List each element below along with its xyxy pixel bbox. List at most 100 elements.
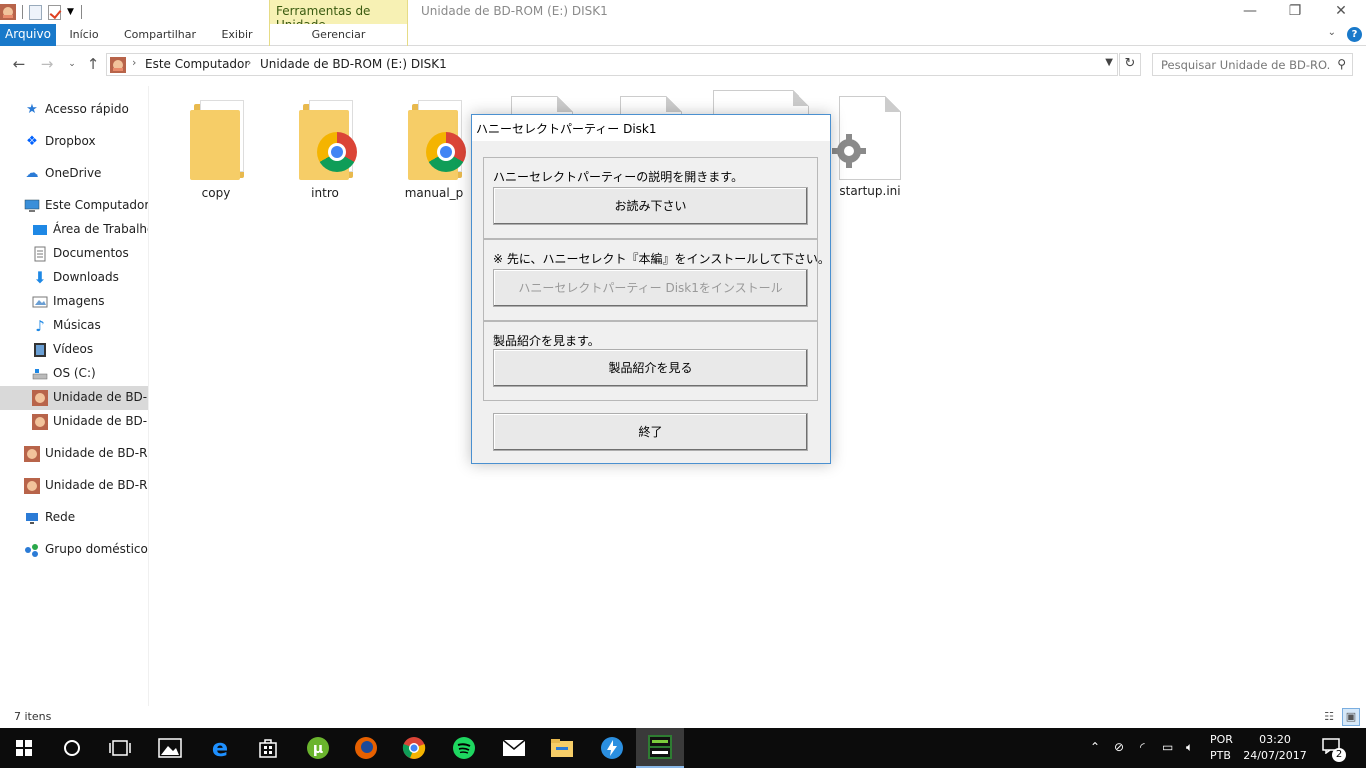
video-icon: [32, 342, 48, 358]
nav-item-bd-rom[interactable]: Unidade de BD-ROM (E:) DISK1: [0, 474, 148, 498]
nav-item-este-computador[interactable]: Este Computador: [0, 194, 148, 218]
nav-item-label: Rede: [45, 510, 76, 524]
photos-app-icon[interactable]: [146, 728, 194, 768]
file-item-startup-ini[interactable]: startup.ini: [822, 96, 918, 206]
breadcrumb-este-computador[interactable]: Este Computador: [145, 57, 249, 71]
tab-inicio[interactable]: Início: [62, 24, 106, 46]
nav-item-acesso-rapido[interactable]: ★ Acesso rápido: [0, 98, 148, 122]
forward-arrow-icon[interactable]: →: [38, 56, 56, 72]
nav-item-label: OS (C:): [53, 366, 96, 380]
cloud-icon: ☁: [25, 166, 39, 181]
language-code: POR: [1210, 733, 1233, 746]
expand-ribbon-icon[interactable]: ⌄: [1328, 27, 1336, 38]
mail-icon[interactable]: [490, 728, 538, 768]
dialog-title-bar[interactable]: ハニーセレクトパーティー Disk1: [472, 115, 830, 141]
show-hidden-icons[interactable]: ⌃: [1090, 740, 1100, 754]
nav-item-rede[interactable]: Rede: [0, 506, 148, 530]
back-arrow-icon[interactable]: ←: [10, 56, 28, 72]
large-icons-view-icon[interactable]: ▣: [1342, 708, 1360, 726]
file-item-manual-p[interactable]: manual_p: [386, 98, 482, 208]
minimize-icon[interactable]: —: [1227, 0, 1273, 24]
nav-item-onedrive[interactable]: ☁ OneDrive: [0, 162, 148, 186]
restore-icon[interactable]: ❐: [1272, 0, 1318, 24]
details-view-icon[interactable]: ☷: [1320, 708, 1338, 726]
nav-item-grupo-domestico[interactable]: Grupo doméstico: [0, 538, 148, 562]
search-input[interactable]: Pesquisar Unidade de BD-RO... ⚲: [1152, 53, 1353, 76]
chrome-icon: [426, 132, 466, 172]
network-status-icon[interactable]: ⊘: [1114, 740, 1124, 754]
nav-item-bd-rom[interactable]: Unidade de BD-ROM (E:) DISK1: [0, 410, 148, 434]
recent-locations-icon[interactable]: ⌄: [63, 56, 81, 72]
gear-icon: [832, 134, 866, 168]
nav-item-label: Dropbox: [45, 134, 96, 148]
svg-text:µ: µ: [313, 741, 323, 757]
address-dropdown-icon[interactable]: ▼: [1105, 57, 1113, 68]
product-intro-button[interactable]: 製品紹介を見る: [493, 349, 808, 387]
nav-item-label: Downloads: [53, 270, 119, 284]
search-placeholder: Pesquisar Unidade de BD-RO...: [1161, 58, 1331, 72]
keyboard-layout: PTB: [1210, 749, 1231, 762]
search-icon[interactable]: ⚲: [1337, 57, 1346, 71]
volume-icon[interactable]: 🔈︎: [1186, 740, 1193, 755]
messenger-app-icon[interactable]: [588, 728, 636, 768]
file-name: manual_p: [404, 186, 464, 200]
readme-button[interactable]: お読み下さい: [493, 187, 808, 225]
install-description: ※ 先に、ハニーセレクト『本編』をインストールして下さい。: [493, 252, 830, 266]
utorrent-icon[interactable]: µ: [294, 728, 342, 768]
nav-item-os-c[interactable]: OS (C:): [0, 362, 148, 386]
nav-item-videos[interactable]: Vídeos: [0, 338, 148, 362]
chrome-icon: [317, 132, 357, 172]
nav-item-bd-rom[interactable]: Unidade de BD-ROM (E:) DISK1: [0, 442, 148, 466]
tab-compartilhar[interactable]: Compartilhar: [119, 24, 201, 46]
customize-dropdown-icon[interactable]: ▼: [67, 5, 75, 19]
input-language-indicator[interactable]: POR PTB: [1210, 732, 1240, 764]
address-bar[interactable]: › Este Computador › Unidade de BD-ROM (E…: [106, 53, 1118, 76]
tab-gerenciar[interactable]: Gerenciar: [269, 24, 408, 46]
pane-divider[interactable]: [148, 86, 149, 706]
close-icon[interactable]: ✕: [1318, 0, 1364, 24]
system-clock[interactable]: 03:20 24/07/2017: [1240, 732, 1310, 764]
disc-drive-icon: [24, 446, 40, 462]
nav-item-downloads[interactable]: ⬇ Downloads: [0, 266, 148, 290]
nav-item-musicas[interactable]: ♪ Músicas: [0, 314, 148, 338]
exit-button[interactable]: 終了: [493, 413, 808, 451]
tab-arquivo[interactable]: Arquivo: [0, 24, 56, 46]
file-explorer-icon[interactable]: [538, 728, 586, 768]
checkmark-icon[interactable]: [48, 4, 61, 20]
nav-item-dropbox[interactable]: ❖ Dropbox: [0, 130, 148, 154]
breadcrumb-chevron-icon[interactable]: ›: [132, 56, 136, 69]
help-icon[interactable]: ?: [1347, 27, 1362, 42]
spotify-icon[interactable]: [440, 728, 488, 768]
store-icon[interactable]: [244, 728, 292, 768]
nav-item-imagens[interactable]: Imagens: [0, 290, 148, 314]
context-tab-header: Ferramentas de Unidade: [269, 0, 408, 32]
chrome-icon[interactable]: [390, 728, 438, 768]
nav-item-area-de-trabalho[interactable]: Área de Trabalho: [0, 218, 148, 242]
nav-item-label: Área de Trabalho: [53, 222, 148, 236]
file-item-copy[interactable]: copy: [168, 98, 264, 208]
nav-item-label: Unidade de BD-ROM (E:) DISK1: [53, 414, 148, 428]
homegroup-icon: [24, 542, 40, 558]
breadcrumb-chevron-icon[interactable]: ›: [247, 56, 251, 69]
edge-browser-icon[interactable]: e: [196, 728, 244, 768]
action-center-icon[interactable]: 2: [1322, 738, 1346, 762]
startup-app-icon[interactable]: [636, 728, 684, 768]
drive-icon: [32, 366, 48, 382]
start-windows-icon[interactable]: [0, 728, 48, 768]
battery-icon[interactable]: ▭: [1162, 740, 1173, 754]
firefox-icon[interactable]: [342, 728, 390, 768]
refresh-icon[interactable]: ↻: [1119, 53, 1141, 76]
up-arrow-icon[interactable]: ↑: [84, 56, 102, 72]
tab-exibir[interactable]: Exibir: [214, 24, 260, 46]
task-view-icon[interactable]: [96, 728, 144, 768]
breadcrumb-current-drive[interactable]: Unidade de BD-ROM (E:) DISK1: [260, 57, 447, 71]
install-button[interactable]: ハニーセレクトパーティー Disk1をインストール: [493, 269, 808, 307]
nav-item-bd-rom-selected[interactable]: Unidade de BD-ROM (E:) DISK1: [0, 386, 148, 410]
nav-item-documentos[interactable]: Documentos: [0, 242, 148, 266]
file-item-intro[interactable]: intro: [277, 98, 373, 208]
cortana-search-icon[interactable]: [48, 728, 96, 768]
star-icon: ★: [26, 102, 38, 117]
properties-icon[interactable]: [29, 4, 42, 20]
wifi-icon[interactable]: ◜: [1140, 740, 1145, 754]
nav-item-label: Acesso rápido: [45, 102, 129, 116]
